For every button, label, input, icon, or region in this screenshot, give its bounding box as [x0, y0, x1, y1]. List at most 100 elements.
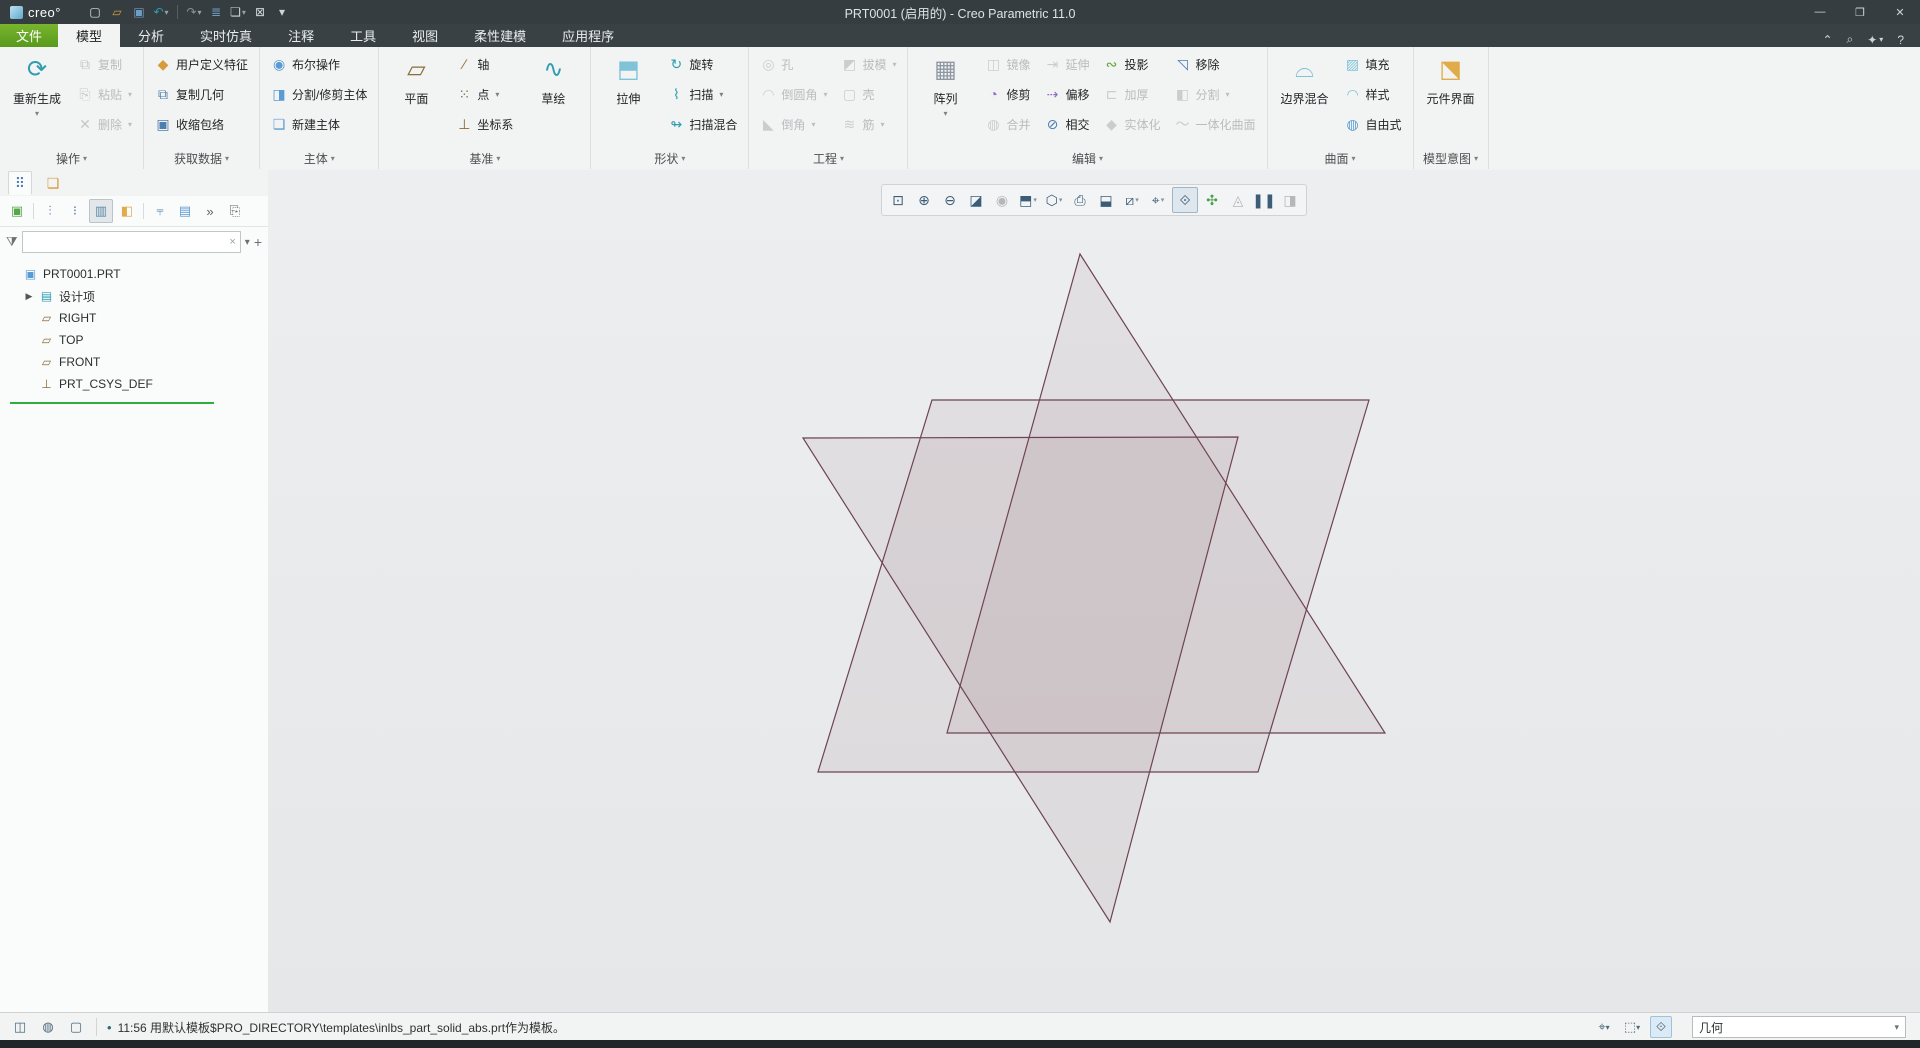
refit-icon[interactable]: ⊡ — [886, 188, 910, 212]
filter-dropdown-icon[interactable]: ▾ — [245, 237, 250, 248]
save-icon[interactable]: ▣ — [129, 2, 149, 22]
view-images-icon[interactable]: ⎙ — [1068, 188, 1092, 212]
navigator-toggle-icon[interactable]: ◫ — [10, 1017, 30, 1037]
tab-视图[interactable]: 视图 — [394, 24, 456, 47]
selection-filter-combobox[interactable]: 几何 ▾ — [1692, 1016, 1906, 1038]
dropdown-caret-icon[interactable]: ▾ — [242, 8, 246, 17]
web-browser-icon[interactable]: ◍ — [38, 1017, 58, 1037]
dropdown-caret-icon[interactable]: ▾ — [1033, 196, 1037, 204]
tab-应用程序[interactable]: 应用程序 — [544, 24, 632, 47]
minimize-button[interactable]: — — [1800, 0, 1840, 24]
annotation-display-icon[interactable]: ⟐ — [1172, 187, 1198, 213]
filter-clear-icon[interactable]: × — [229, 236, 235, 248]
ribbon-group-label[interactable]: 曲面▾ — [1268, 147, 1413, 169]
tab-柔性建模[interactable]: 柔性建模 — [456, 24, 544, 47]
saved-orientations-icon[interactable]: ⬡▾ — [1042, 188, 1066, 212]
ribbon-group-label[interactable]: 获取数据▾ — [144, 147, 259, 169]
group-dropdown-icon[interactable]: ▾ — [1352, 154, 1356, 163]
ribbon-group-label[interactable]: 模型意图▾ — [1414, 147, 1488, 169]
box-select-icon[interactable]: ⬚▾ — [1622, 1017, 1642, 1037]
ribbon-group-label[interactable]: 编辑▾ — [908, 147, 1266, 169]
ribbon-button-边界混合[interactable]: ⌓边界混合 — [1273, 49, 1337, 147]
tree-filter-input[interactable] — [27, 234, 230, 250]
ribbon-button-相交[interactable]: ⊘相交 — [1039, 109, 1096, 139]
view-sections-icon[interactable]: ⧄▾ — [1120, 188, 1144, 212]
ribbon-group-label[interactable]: 形状▾ — [591, 147, 748, 169]
ribbon-button-填充[interactable]: ▨填充 — [1339, 49, 1408, 79]
dropdown-caret-icon[interactable]: ▾ — [495, 90, 499, 99]
tree-display-icon[interactable]: ▣ — [6, 200, 28, 222]
tree-expander-icon[interactable]: ▶ — [24, 291, 34, 302]
close-window-icon[interactable]: ⊠ — [250, 2, 270, 22]
group-dropdown-icon[interactable]: ▾ — [331, 154, 335, 163]
ribbon-button-扫描混合[interactable]: ↬扫描混合 — [662, 109, 743, 139]
ribbon-button-新建主体[interactable]: ❏新建主体 — [265, 109, 373, 139]
dropdown-caret-icon[interactable]: ▾ — [1161, 196, 1165, 204]
undo-icon[interactable]: ↶▾ — [151, 2, 171, 22]
group-dropdown-icon[interactable]: ▾ — [840, 154, 844, 163]
find-icon[interactable]: ⌖▾ — [1594, 1017, 1614, 1037]
group-dropdown-icon[interactable]: ▾ — [496, 154, 500, 163]
ribbon-button-重新生成[interactable]: ⟳重新生成▾ — [5, 49, 69, 147]
group-dropdown-icon[interactable]: ▾ — [83, 154, 87, 163]
filter-add-icon[interactable]: + — [254, 234, 262, 250]
dropdown-caret-icon[interactable]: ▾ — [719, 90, 723, 99]
ribbon-button-收缩包络[interactable]: ▣收缩包络 — [149, 109, 254, 139]
group-dropdown-icon[interactable]: ▾ — [225, 154, 229, 163]
ribbon-button-坐标系[interactable]: ⊥坐标系 — [450, 109, 519, 139]
group-dropdown-icon[interactable]: ▾ — [681, 154, 685, 163]
minimize-ribbon-icon[interactable]: ⌃ — [1822, 33, 1832, 47]
ribbon-group-label[interactable]: 工程▾ — [749, 147, 907, 169]
ribbon-button-投影[interactable]: ∾投影 — [1098, 49, 1167, 79]
dropdown-caret-icon[interactable]: ▾ — [35, 109, 39, 118]
style-tree-icon[interactable]: ◧ — [116, 200, 138, 222]
ribbon-button-扫描[interactable]: ⌇扫描▾ — [662, 79, 743, 109]
zoom-out-icon[interactable]: ⊖ — [938, 188, 962, 212]
windows-icon[interactable]: ❏▾ — [228, 2, 248, 22]
fullscreen-icon[interactable]: ▢ — [66, 1017, 86, 1037]
datum-display-icon[interactable]: ⌖▾ — [1146, 188, 1170, 212]
dropdown-caret-icon[interactable]: ▾ — [943, 109, 947, 118]
display-style-icon[interactable]: ⬒▾ — [1016, 188, 1040, 212]
group-dropdown-icon[interactable]: ▾ — [1099, 154, 1103, 163]
ribbon-group-label[interactable]: 主体▾ — [260, 147, 378, 169]
dropdown-caret-icon[interactable]: ▾ — [198, 8, 202, 17]
spin-center-icon[interactable]: ✣ — [1200, 188, 1224, 212]
ribbon-button-自由式[interactable]: ◍自由式 — [1339, 109, 1408, 139]
tree-item-设计项[interactable]: ▶▤设计项 — [0, 285, 268, 307]
ribbon-button-移除[interactable]: ◹移除 — [1169, 49, 1262, 79]
tab-工具[interactable]: 工具 — [332, 24, 394, 47]
tab-实时仿真[interactable]: 实时仿真 — [182, 24, 270, 47]
tree-item-FRONT[interactable]: ▱FRONT — [0, 351, 268, 373]
collapse-levels-icon[interactable]: ⁝ — [64, 200, 86, 222]
perspective-icon[interactable]: ⬓ — [1094, 188, 1118, 212]
open-file-icon[interactable]: ▱ — [107, 2, 127, 22]
restore-button[interactable]: ❐ — [1840, 0, 1880, 24]
ribbon-group-label[interactable]: 基准▾ — [379, 147, 590, 169]
ribbon-button-平面[interactable]: ▱平面 — [384, 49, 448, 147]
folder-browser-tab-icon[interactable]: ❏ — [42, 172, 64, 194]
tab-模型[interactable]: 模型 — [58, 24, 120, 47]
ribbon-group-label[interactable]: 操作▾ — [0, 147, 143, 169]
model-tree-tab-icon[interactable]: ⠿ — [8, 171, 32, 195]
model-player-icon[interactable]: ≣ — [206, 2, 226, 22]
zoom-in-icon[interactable]: ⊕ — [912, 188, 936, 212]
ribbon-button-点[interactable]: ⁙点▾ — [450, 79, 519, 109]
tab-注释[interactable]: 注释 — [270, 24, 332, 47]
dropdown-caret-icon[interactable]: ▾ — [1135, 196, 1139, 204]
tree-item-PRT_CSYS_DEF[interactable]: ⊥PRT_CSYS_DEF — [0, 373, 268, 395]
tree-item-TOP[interactable]: ▱TOP — [0, 329, 268, 351]
customize-icon[interactable]: ▾ — [272, 2, 292, 22]
ribbon-button-布尔操作[interactable]: ◉布尔操作 — [265, 49, 373, 79]
box-select-icon-caret[interactable]: ▾ — [1636, 1023, 1640, 1032]
tree-column-layout-icon[interactable]: ▤ — [174, 200, 196, 222]
find-icon-caret[interactable]: ▾ — [1606, 1023, 1610, 1032]
detach-tree-icon[interactable]: ⎘ — [224, 200, 246, 222]
learning-icon[interactable]: ✦▾ — [1867, 33, 1883, 47]
new-file-icon[interactable]: ▢ — [85, 2, 105, 22]
ribbon-button-草绘[interactable]: ∿草绘 — [521, 49, 585, 147]
expand-levels-icon[interactable]: ⫶ — [39, 200, 61, 222]
tree-item-PRT0001.PRT[interactable]: ▣PRT0001.PRT — [0, 263, 268, 285]
graphics-viewport[interactable]: ⊡⊕⊖◪◉⬒▾⬡▾⎙⬓⧄▾⌖▾⟐✣◬❚❚◨ — [268, 170, 1920, 1012]
tree-item-RIGHT[interactable]: ▱RIGHT — [0, 307, 268, 329]
